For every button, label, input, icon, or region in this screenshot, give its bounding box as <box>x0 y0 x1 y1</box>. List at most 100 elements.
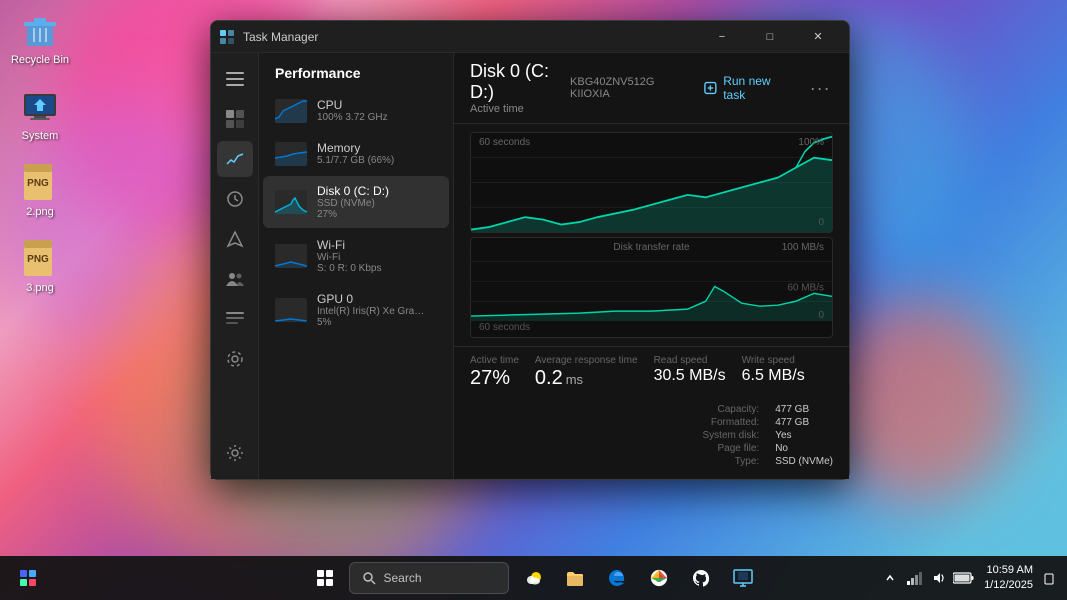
nav-panel: Performance CPU 100% 3.72 GHz <box>259 53 454 479</box>
chart2-mid-right: 60 MB/s <box>787 282 824 293</box>
title-bar: Task Manager − □ ✕ <box>211 21 849 53</box>
gpu0-nav-sub: Intel(R) Iris(R) Xe Gra… 5% <box>317 306 437 328</box>
disk-info-panel: Capacity: 477 GB Formatted: 477 GB Syste… <box>701 404 833 467</box>
memory-mini-chart <box>275 142 307 166</box>
taskbar-edge-icon[interactable] <box>599 560 635 596</box>
avg-response-stat-label: Average response time <box>535 355 638 366</box>
type-value: SSD (NVMe) <box>775 456 833 467</box>
disk0-mini-chart <box>275 190 307 214</box>
wifi-nav-sub: Wi-Fi S: 0 R: 0 Kbps <box>317 252 437 274</box>
transfer-rate-chart: Disk transfer rate 100 MB/s 0 60 seconds… <box>470 237 833 338</box>
services-icon[interactable] <box>217 341 253 377</box>
taskbar-right: 10:59 AM 1/12/2025 <box>880 560 1057 596</box>
nav-item-wifi[interactable]: Wi-Fi Wi-Fi S: 0 R: 0 Kbps <box>263 230 449 282</box>
nav-header: Performance <box>259 53 453 89</box>
battery-icon[interactable] <box>952 560 976 596</box>
main-title-area: Disk 0 (C: D:) Active time <box>470 61 570 115</box>
write-speed-stat-label: Write speed <box>742 355 805 366</box>
avg-response-stat: Average response time 0.2 ms <box>535 355 638 388</box>
nav-item-cpu[interactable]: CPU 100% 3.72 GHz <box>263 90 449 131</box>
taskbar-files-icon[interactable] <box>557 560 593 596</box>
2png-icon[interactable]: PNG 2.png <box>10 162 70 218</box>
start-button[interactable] <box>307 560 343 596</box>
memory-nav-sub: 5.1/7.7 GB (66%) <box>317 155 437 166</box>
startup-icon[interactable] <box>217 221 253 257</box>
taskbar-github-icon[interactable] <box>683 560 719 596</box>
hamburger-icon[interactable] <box>217 61 253 97</box>
disk-title: Disk 0 (C: D:) <box>470 61 570 103</box>
notification-area[interactable] <box>1041 560 1057 596</box>
cpu-nav-title: CPU <box>317 98 437 112</box>
window-body: Performance CPU 100% 3.72 GHz <box>211 53 849 479</box>
performance-icon[interactable] <box>217 141 253 177</box>
taskbar-chrome-icon[interactable] <box>641 560 677 596</box>
page-file-label: Page file: <box>701 443 759 454</box>
taskbar-date-value: 1/12/2025 <box>984 578 1033 593</box>
page-file-value: No <box>775 443 833 454</box>
system-label: System <box>22 130 59 142</box>
more-options-button[interactable]: ··· <box>807 74 833 102</box>
3png-icon[interactable]: PNG 3.png <box>10 238 70 294</box>
active-time-stat-value: 27% <box>470 368 519 388</box>
maximize-button[interactable]: □ <box>747 21 793 53</box>
formatted-label: Formatted: <box>701 417 759 428</box>
capacity-label: Capacity: <box>701 404 759 415</box>
active-time-stat: Active time 27% <box>470 355 519 388</box>
memory-nav-info: Memory 5.1/7.7 GB (66%) <box>317 141 437 166</box>
taskbar-monitor-icon[interactable] <box>725 560 761 596</box>
chart1-bottom-right: 0 <box>818 217 824 228</box>
volume-icon[interactable] <box>928 560 948 596</box>
app-history-icon[interactable] <box>217 181 253 217</box>
task-manager-window: Task Manager − □ ✕ <box>210 20 850 480</box>
2png-label: 2.png <box>26 206 54 218</box>
nav-item-memory[interactable]: Memory 5.1/7.7 GB (66%) <box>263 133 449 174</box>
cpu-mini-chart <box>275 99 307 123</box>
show-hidden-icons-button[interactable] <box>880 560 900 596</box>
title-bar-text: Task Manager <box>243 30 699 44</box>
cpu-nav-info: CPU 100% 3.72 GHz <box>317 98 437 123</box>
main-content-header: Disk 0 (C: D:) Active time KBG40ZNV512G … <box>454 53 849 124</box>
taskbar-klokki-icon[interactable] <box>10 560 46 596</box>
details-icon[interactable] <box>217 301 253 337</box>
cpu-nav-sub: 100% 3.72 GHz <box>317 112 437 123</box>
chart1-time-label: 60 seconds <box>479 137 530 148</box>
read-speed-stat-label: Read speed <box>654 355 726 366</box>
disk-model: KBG40ZNV512G KIIOXIA <box>570 76 686 100</box>
recycle-bin-icon[interactable]: Recycle Bin <box>10 10 70 66</box>
svg-text:PNG: PNG <box>27 254 49 265</box>
read-speed-stat: Read speed 30.5 MB/s <box>654 355 726 388</box>
minimize-button[interactable]: − <box>699 21 745 53</box>
gpu0-mini-chart <box>275 298 307 322</box>
active-time-label: Active time <box>470 103 570 115</box>
capacity-value: 477 GB <box>775 404 833 415</box>
taskbar-center: Search <box>307 560 761 596</box>
taskbar-weather-icon[interactable] <box>515 560 551 596</box>
chart2-top-right: 100 MB/s <box>782 242 824 253</box>
nav-item-disk0[interactable]: Disk 0 (C: D:) SSD (NVMe) 27% <box>263 176 449 228</box>
chart1-top-right: 100% <box>798 137 824 148</box>
desktop-icons: Recycle Bin System PNG <box>10 10 70 294</box>
run-new-task-button[interactable]: Run new task <box>694 70 799 106</box>
wifi-nav-title: Wi-Fi <box>317 238 437 252</box>
main-content: Disk 0 (C: D:) Active time KBG40ZNV512G … <box>454 53 849 479</box>
gpu0-nav-info: GPU 0 Intel(R) Iris(R) Xe Gra… 5% <box>317 292 437 328</box>
main-header-controls: KBG40ZNV512G KIIOXIA Run new task ··· <box>570 70 833 106</box>
system-icon[interactable]: System <box>10 86 70 142</box>
wifi-nav-info: Wi-Fi Wi-Fi S: 0 R: 0 Kbps <box>317 238 437 274</box>
settings-icon[interactable] <box>217 435 253 471</box>
memory-nav-title: Memory <box>317 141 437 155</box>
users-icon[interactable] <box>217 261 253 297</box>
disk0-nav-sub: SSD (NVMe) 27% <box>317 198 437 220</box>
processes-icon[interactable] <box>217 101 253 137</box>
title-bar-controls: − □ ✕ <box>699 21 841 53</box>
nav-item-gpu0[interactable]: GPU 0 Intel(R) Iris(R) Xe Gra… 5% <box>263 284 449 336</box>
taskbar-left <box>10 560 46 596</box>
write-speed-stat: Write speed 6.5 MB/s <box>742 355 805 388</box>
chart2-title: Disk transfer rate <box>613 242 689 253</box>
taskbar-clock[interactable]: 10:59 AM 1/12/2025 <box>984 563 1033 594</box>
formatted-value: 477 GB <box>775 417 833 428</box>
task-manager-app-icon <box>219 29 235 45</box>
close-button[interactable]: ✕ <box>795 21 841 53</box>
network-icon[interactable] <box>904 560 924 596</box>
search-bar[interactable]: Search <box>349 562 509 594</box>
